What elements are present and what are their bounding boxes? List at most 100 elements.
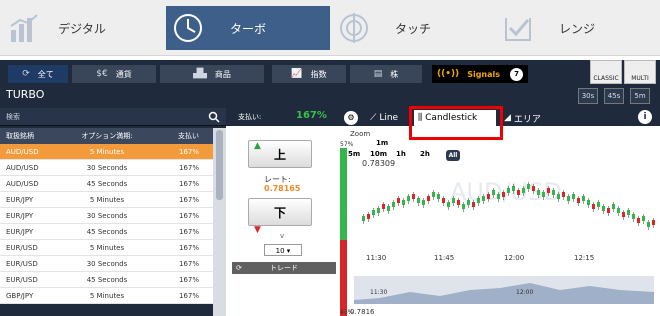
candle [492,190,495,195]
candle [427,196,430,201]
trade-button[interactable]: ⟳ トレード [232,262,336,274]
duration-45s-button[interactable]: 45s [604,88,624,104]
duration-5m-button[interactable]: 5m [630,88,650,104]
payout-cell: 167% [178,195,199,204]
search-icon [208,111,220,123]
payout-cell: 167% [178,147,199,156]
candle [637,218,640,223]
tab-touch-label: タッチ [394,21,431,36]
filter-index[interactable]: 📈 指数 [272,65,346,83]
amount-select[interactable]: 10 ▾ [264,244,302,256]
tab-range[interactable]: レンジ [496,6,658,50]
payout-cell: 167% [178,275,199,284]
price-bottom-label: 0.7816 [350,308,375,316]
call-up-label: 上 [273,148,286,162]
candle [477,198,480,203]
candle [467,200,470,205]
zoom-bar: Zoom [350,128,370,140]
signals-label: Signals [467,69,501,79]
filter-currency[interactable]: $€ 通貨 [72,65,156,83]
filter-stock-label: 株 [390,69,399,79]
table-row[interactable]: AUD/USD 45 Seconds 167% [0,176,213,192]
candle [497,194,500,199]
col-expiry[interactable]: オプション満期: [52,131,162,141]
classic-view-label: CLASSIC [593,75,619,82]
asset-cell: EUR/JPY [6,211,34,220]
tab-digital[interactable]: デジタル [2,6,162,50]
candlestick-highlight-box [409,106,503,140]
scrollbar-thumb[interactable] [216,130,223,200]
classic-view-button[interactable]: CLASSIC [590,60,622,84]
table-row[interactable]: EUR/JPY 45 Seconds 167% [0,224,213,240]
filter-stock[interactable]: ▤ 株 [350,65,422,83]
duration-30s-button[interactable]: 30s [578,88,598,104]
x-label-1215: 12:15 [574,254,594,262]
tab-range-label: レンジ [558,21,595,36]
table-row[interactable]: EUR/USD 30 Seconds 167% [0,256,213,272]
multi-view-label: MULTI [631,75,649,82]
commodity-icon: ▟▙ [193,69,207,79]
tab-line[interactable]: ⟋ Line [366,110,410,126]
call-up-button[interactable]: ▲ 上 [248,140,312,168]
search-input[interactable]: 検索 [0,108,226,126]
candle [382,204,385,209]
candle [587,200,590,205]
asset-cell: EUR/JPY [6,227,34,236]
candle [372,210,375,215]
tab-touch[interactable]: タッチ [332,6,494,50]
trading-app: ⟳ 全て $€ 通貨 ▟▙ 商品 📈 指数 ▤ 株 ((•)) Signals 7 CLASS… [0,60,660,316]
area-chart-icon: ◢ [504,113,511,123]
line-chart-icon: ⟋ [370,113,377,123]
tab-turbo[interactable]: ターボ [166,6,330,50]
put-down-button[interactable]: ▼ 下 [248,198,312,235]
multi-view-button[interactable]: MULTI [624,60,656,84]
candle [537,190,540,195]
candle [617,208,620,213]
tab-area-label: エリア [513,114,541,125]
currency-icon: $€ [96,69,108,79]
table-row[interactable]: EUR/JPY 5 Minutes 167% [0,192,213,208]
payout-label: 支払い: [238,113,262,121]
asset-cell: EUR/USD [6,243,38,252]
table-row[interactable]: AUD/USD 30 Seconds 167% [0,160,213,176]
expiry-cell: 45 Seconds [86,227,128,236]
stock-icon: ▤ [373,69,383,79]
info-icon[interactable]: i [638,110,652,124]
signal-icon: ((•)) [436,69,460,79]
x-label-1200: 12:00 [504,254,524,262]
candle [522,188,525,193]
candle [387,206,390,211]
table-row[interactable]: EUR/USD 45 Seconds 167% [0,272,213,288]
tab-turbo-label: ターボ [229,21,266,36]
expiry-cell: 5 Minutes [89,291,125,300]
chevron-down-icon: v [280,232,285,240]
chart-settings-icon[interactable]: ⚙ [344,111,358,125]
candle [447,202,450,207]
put-down-label: 下 [273,206,286,220]
col-asset[interactable]: 取扱銘柄 [0,131,52,141]
table-row[interactable]: EUR/JPY 30 Seconds 167% [0,208,213,224]
candle [397,198,400,203]
table-row[interactable]: AUD/USD 5 Minutes 167% [0,144,213,160]
candle [502,192,505,197]
candle [437,194,440,199]
payout-cell: 167% [178,163,199,172]
x-label-1145: 11:45 [434,254,454,262]
refresh-icon: ⟳ [236,264,242,272]
table-row[interactable]: EUR/USD 5 Minutes 167% [0,240,213,256]
asset-cell: EUR/JPY [6,195,34,204]
filter-all[interactable]: ⟳ 全て [8,65,68,83]
filter-commodity[interactable]: ▟▙ 商品 [160,65,264,83]
table-scrollbar[interactable] [213,128,226,316]
candle [552,190,555,195]
candle [422,200,425,205]
x-label-1130: 11:30 [366,254,386,262]
table-row[interactable]: GBP/JPY 5 Minutes 167% [0,288,213,304]
navigator-label-1130: 11:30 [370,289,387,296]
col-payout[interactable]: 支払い [162,131,202,141]
candle [462,204,465,209]
signals-button[interactable]: ((•)) Signals 7 [432,65,528,83]
tab-area[interactable]: ◢ エリア [500,110,550,126]
asset-cell: GBP/JPY [6,291,34,300]
expiry-cell: 5 Minutes [89,243,125,252]
